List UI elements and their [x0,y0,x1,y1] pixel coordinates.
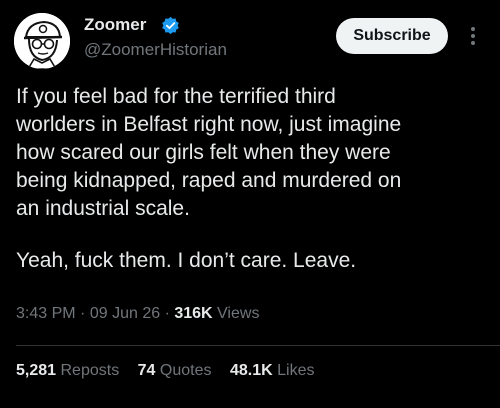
author-handle[interactable]: @ZoomerHistorian [84,40,227,60]
reposts-label: Reposts [60,362,120,379]
post-line: Yeah, fuck them. I don’t care. Leave. [16,249,357,272]
meta-separator: · [80,305,86,322]
post-line: If you feel bad for the terrified third [16,85,336,108]
post-text: If you feel bad for the terrified third … [16,83,491,275]
dot [471,34,475,38]
subscribe-button[interactable]: Subscribe [336,18,448,54]
post-date[interactable]: 09 Jun 26 [90,305,160,322]
likes-stat[interactable]: 48.1K Likes [230,362,315,379]
reposts-count: 5,281 [16,362,57,379]
quotes-label: Quotes [159,362,212,379]
views-label: Views [217,305,260,322]
post-time[interactable]: 3:43 PM [16,305,76,322]
engagement-stats: 5,281 Reposts 74 Quotes 48.1K Likes [16,362,328,380]
likes-count: 48.1K [229,362,273,379]
divider [16,345,500,346]
quotes-stat[interactable]: 74 Quotes [138,362,212,379]
post-meta: 3:43 PM · 09 Jun 26 · 316K Views [16,305,259,323]
quotes-count: 74 [137,362,156,379]
dot [471,41,475,45]
meta-separator: · [164,305,170,322]
views-count[interactable]: 316K [174,305,212,322]
verified-badge-icon [162,16,179,35]
likes-label: Likes [277,362,315,379]
post-line: an industrial scale. [16,197,190,220]
reposts-stat[interactable]: 5,281 Reposts [16,362,119,379]
tweet: Zoomer @ZoomerHistorian Subscribe If you… [0,0,500,408]
display-name[interactable]: Zoomer [84,15,146,35]
avatar[interactable] [14,13,70,69]
cartoon-soldier-avatar-icon [14,13,70,69]
post-line: worlders in Belfast right now, just imag… [16,113,402,136]
dot [471,27,475,31]
more-dots-icon[interactable] [463,22,483,50]
post-line: being kidnapped, raped and murdered on [16,169,402,192]
post-line: how scared our girls felt when they were [16,141,391,164]
